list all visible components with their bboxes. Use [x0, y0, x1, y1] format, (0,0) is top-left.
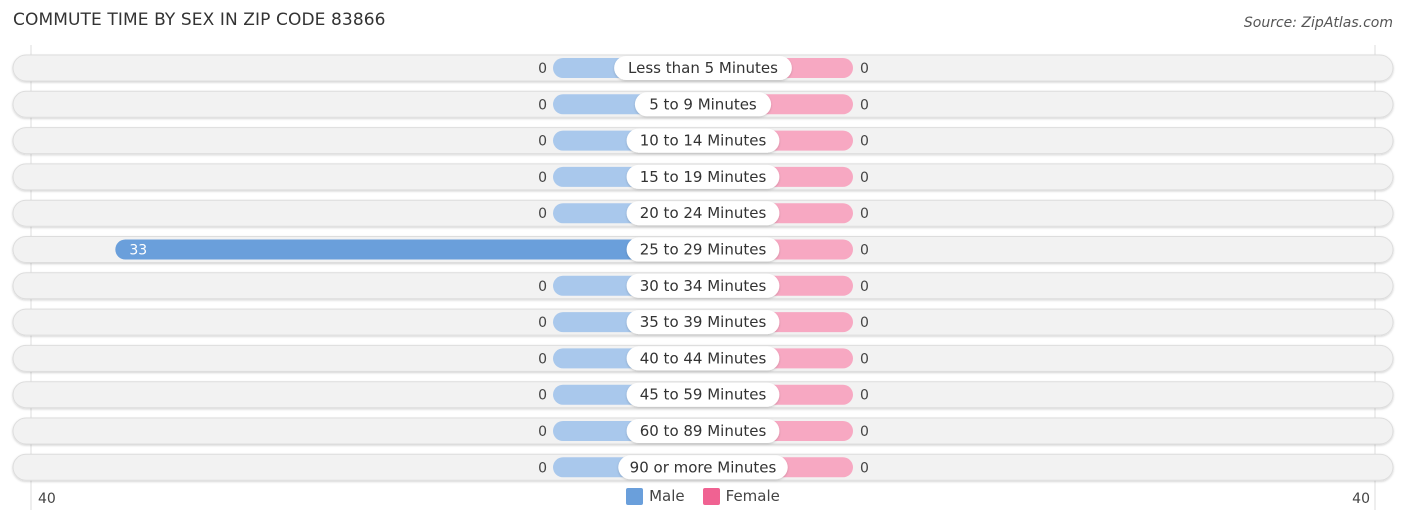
category-label: 15 to 19 Minutes — [640, 168, 767, 186]
category-label: 10 to 14 Minutes — [640, 132, 767, 150]
female-value-label: 0 — [860, 351, 869, 367]
female-value-label: 0 — [860, 388, 869, 404]
male-value-label: 0 — [538, 97, 547, 113]
male-value-label: 0 — [538, 206, 547, 222]
male-value-label: 0 — [538, 170, 547, 186]
female-value-label: 0 — [860, 424, 869, 440]
female-value-label: 0 — [860, 170, 869, 186]
male-value-label: 0 — [538, 424, 547, 440]
male-value-label: 0 — [538, 315, 547, 331]
male-value-label: 0 — [538, 279, 547, 295]
legend-label-male: Male — [649, 487, 685, 505]
category-label: 60 to 89 Minutes — [640, 422, 767, 440]
legend-item-female[interactable]: Female — [702, 487, 780, 505]
male-value-label: 0 — [538, 460, 547, 476]
female-value-label: 0 — [860, 315, 869, 331]
legend: Male Female — [0, 487, 1406, 505]
female-value-label: 0 — [860, 206, 869, 222]
male-value-label: 0 — [538, 388, 547, 404]
legend-label-female: Female — [725, 487, 780, 505]
male-value-label: 0 — [538, 134, 547, 150]
category-label: 30 to 34 Minutes — [640, 277, 767, 295]
chart-canvas: Less than 5 Minutes 0 0 5 to 9 Minutes 0 0 10 … — [12, 45, 1394, 510]
female-value-label: 0 — [860, 243, 869, 259]
category-label: 5 to 9 Minutes — [649, 95, 757, 113]
female-value-label: 0 — [860, 97, 869, 113]
male-swatch-icon — [626, 487, 644, 505]
female-value-label: 0 — [860, 134, 869, 150]
female-value-label: 0 — [860, 460, 869, 476]
male-bar[interactable] — [115, 239, 703, 260]
category-label: 90 or more Minutes — [630, 458, 777, 476]
female-value-label: 0 — [860, 279, 869, 295]
male-value-label: 0 — [538, 351, 547, 367]
category-label: 45 to 59 Minutes — [640, 386, 767, 404]
male-value-label: 33 — [129, 243, 147, 259]
category-label: Less than 5 Minutes — [628, 59, 778, 77]
category-label: 25 to 29 Minutes — [640, 241, 767, 259]
male-value-label: 0 — [538, 61, 547, 77]
female-value-label: 0 — [860, 61, 869, 77]
category-label: 35 to 39 Minutes — [640, 313, 767, 331]
category-label: 20 to 24 Minutes — [640, 204, 767, 222]
category-label: 40 to 44 Minutes — [640, 349, 767, 367]
female-swatch-icon — [702, 487, 720, 505]
legend-item-male[interactable]: Male — [626, 487, 685, 505]
